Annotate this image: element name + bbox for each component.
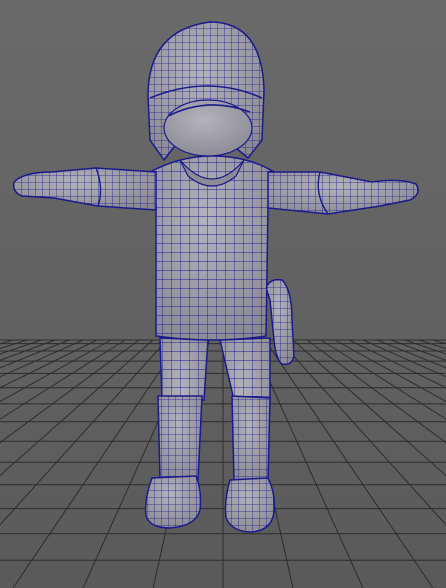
left-leg: [157, 337, 209, 481]
left-arm: [12, 167, 157, 211]
head-helmet: [147, 21, 265, 162]
character-mesh[interactable]: [0, 0, 446, 588]
left-boot: [144, 475, 202, 529]
right-boot: [224, 477, 276, 533]
3d-viewport[interactable]: [0, 0, 446, 588]
right-leg: [219, 337, 271, 483]
torso: [149, 155, 275, 341]
right-arm: [267, 171, 419, 215]
